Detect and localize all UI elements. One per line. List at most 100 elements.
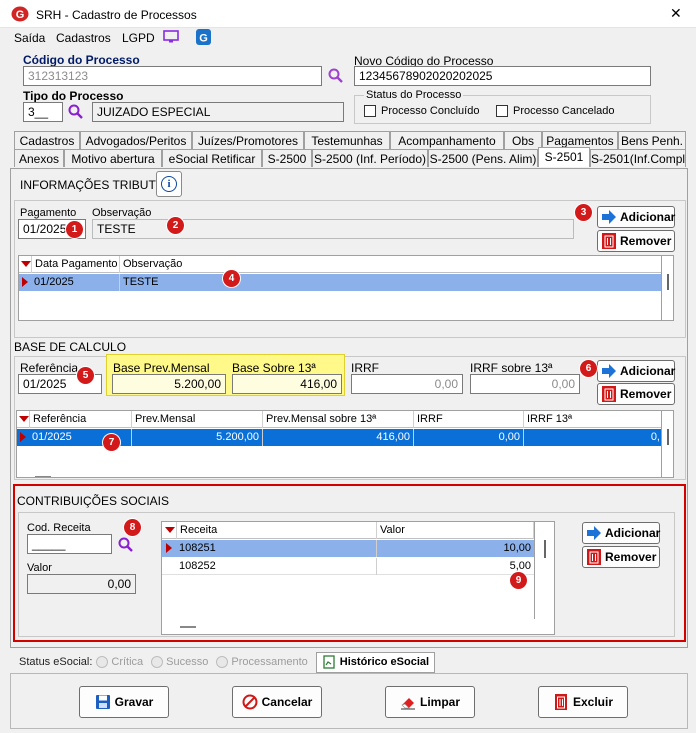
- trash-icon: [587, 549, 601, 565]
- tab-juizes[interactable]: Juízes/Promotores: [192, 131, 304, 149]
- base-remove-button[interactable]: Remover: [597, 383, 675, 405]
- col-valor[interactable]: Valor: [377, 522, 534, 539]
- status-esocial-label: Status eSocial:: [19, 656, 93, 668]
- tab-advogados[interactable]: Advogados/Peritos: [80, 131, 192, 149]
- annotation-badge-5: 5: [77, 367, 94, 384]
- tab-bens-penh[interactable]: Bens Penh.: [618, 131, 686, 149]
- sucesso-radio[interactable]: [151, 656, 164, 668]
- trash-icon: [554, 694, 567, 710]
- tributo-vscroll[interactable]: [662, 255, 674, 321]
- menu-saida[interactable]: Saída: [14, 31, 45, 45]
- tab-esocial-retificar[interactable]: eSocial Retificar: [162, 149, 262, 167]
- base-add-button[interactable]: Adicionar: [597, 360, 675, 382]
- tipo-processo-description: JUIZADO ESPECIAL: [92, 102, 344, 122]
- annotation-badge-2: 2: [167, 217, 184, 234]
- scrollbar-hint[interactable]: [180, 626, 196, 628]
- limpar-button[interactable]: Limpar: [385, 686, 475, 718]
- tributo-add-button[interactable]: Adicionar: [597, 206, 675, 228]
- col-irrf[interactable]: IRRF: [414, 411, 524, 428]
- table-row[interactable]: 108251 10,00: [162, 540, 534, 557]
- contribuicoes-grid[interactable]: Receita Valor 108251 10,00 108252 5,00: [161, 521, 555, 635]
- cancelado-checkbox[interactable]: Processo Cancelado: [496, 105, 615, 117]
- sort-marker-icon: [21, 261, 31, 267]
- irrf13-input[interactable]: 0,00: [470, 374, 580, 394]
- menu-lgpd[interactable]: LGPD: [122, 31, 155, 45]
- base-grid-header: Referência Prev.Mensal Prev.Mensal sobre…: [17, 411, 661, 428]
- irrf-input[interactable]: 0,00: [351, 374, 463, 394]
- tab-s2501-inf-compl[interactable]: S-2501(Inf.Compl): [590, 149, 686, 167]
- cancelado-checkbox-box[interactable]: [496, 105, 508, 117]
- search-icon[interactable]: [328, 68, 344, 84]
- g-logo-icon[interactable]: G: [196, 29, 211, 45]
- gravar-button[interactable]: Gravar: [79, 686, 169, 718]
- contribuicoes-add-button[interactable]: Adicionar: [582, 522, 660, 544]
- cod-receita-input[interactable]: _____: [27, 534, 112, 554]
- observacao-label: Observação: [92, 207, 152, 219]
- tab-cadastros[interactable]: Cadastros: [14, 131, 80, 149]
- eraser-icon: [400, 698, 415, 710]
- scroll-thumb[interactable]: [543, 540, 546, 558]
- tributo-remove-button[interactable]: Remover: [597, 230, 675, 252]
- concluido-checkbox[interactable]: Processo Concluído: [364, 105, 479, 117]
- col-observacao[interactable]: Observação: [120, 256, 661, 273]
- cell-valor: 5,00: [509, 560, 531, 572]
- close-icon[interactable]: ✕: [670, 5, 682, 22]
- search-icon[interactable]: [68, 104, 84, 120]
- scroll-thumb[interactable]: [666, 274, 669, 290]
- col-data-pagamento[interactable]: Data Pagamento: [31, 256, 120, 273]
- table-row[interactable]: 108252 5,00: [162, 558, 534, 575]
- cell-valor: 10,00: [503, 542, 531, 554]
- annotation-badge-4: 4: [223, 270, 240, 287]
- col-receita[interactable]: Receita: [176, 522, 377, 539]
- excluir-button[interactable]: Excluir: [538, 686, 628, 718]
- col-prev-mensal[interactable]: Prev.Mensal: [132, 411, 263, 428]
- base-vscroll[interactable]: [662, 410, 674, 478]
- col-prev-mensal-13[interactable]: Prev.Mensal sobre 13ª: [263, 411, 414, 428]
- arrow-right-icon: [602, 210, 616, 224]
- col-irrf-13[interactable]: IRRF 13ª: [524, 411, 661, 428]
- tab-obs[interactable]: Obs: [504, 131, 542, 149]
- cancel-icon: [242, 694, 258, 710]
- cell-irrf-13: 0,: [650, 431, 660, 443]
- base-prev-input[interactable]: 5.200,00: [112, 374, 226, 394]
- tab-motivo-abertura[interactable]: Motivo abertura: [64, 149, 162, 167]
- historico-esocial-label: Histórico eSocial: [339, 656, 430, 668]
- monitor-icon[interactable]: [163, 30, 179, 44]
- cancelar-button[interactable]: Cancelar: [232, 686, 322, 718]
- base-13-input[interactable]: 416,00: [232, 374, 342, 394]
- annotation-badge-7: 7: [103, 434, 120, 451]
- observacao-input[interactable]: TESTE: [92, 219, 574, 239]
- menu-cadastros[interactable]: Cadastros: [56, 31, 111, 45]
- contribuicoes-remove-button[interactable]: Remover: [582, 546, 660, 568]
- tab-s2501[interactable]: S-2501: [538, 147, 590, 167]
- base-prev-label: Base Prev.Mensal: [113, 361, 210, 375]
- search-icon[interactable]: [118, 537, 134, 553]
- row-marker-icon: [20, 432, 26, 442]
- processamento-radio[interactable]: [216, 656, 229, 668]
- historico-esocial-tab[interactable]: Histórico eSocial: [315, 651, 436, 673]
- info-icon[interactable]: i: [156, 171, 182, 197]
- valor-label: Valor: [27, 562, 52, 574]
- concluido-checkbox-box[interactable]: [364, 105, 376, 117]
- status-esocial-bar: Status eSocial: Crítica Sucesso Processa…: [10, 651, 688, 673]
- tab-s2500-pens-alim[interactable]: S-2500 (Pens. Alim): [428, 149, 538, 167]
- tab-anexos[interactable]: Anexos: [14, 149, 64, 167]
- limpar-label: Limpar: [419, 695, 460, 709]
- valor-input[interactable]: 0,00: [27, 574, 136, 594]
- novo-codigo-input[interactable]: 12345678902020202025: [354, 66, 651, 86]
- tab-s2500-inf-periodo[interactable]: S-2500 (Inf. Período): [312, 149, 428, 167]
- tab-acompanhamento[interactable]: Acompanhamento: [390, 131, 504, 149]
- irrf13-label: IRRF sobre 13ª: [470, 361, 553, 375]
- col-referencia[interactable]: Referência: [29, 411, 132, 428]
- contribuicoes-vscroll[interactable]: [534, 522, 554, 619]
- codigo-processo-input[interactable]: 312313123: [23, 66, 322, 86]
- tab-testemunhas[interactable]: Testemunhas: [304, 131, 390, 149]
- scroll-thumb[interactable]: [666, 429, 669, 445]
- tipo-processo-code-input[interactable]: 3__: [23, 102, 63, 122]
- tab-s2500[interactable]: S-2500: [262, 149, 312, 167]
- critica-radio[interactable]: [96, 656, 109, 668]
- scrollbar-hint[interactable]: [35, 476, 51, 477]
- table-row[interactable]: 01/2025 TESTE: [19, 274, 661, 291]
- tributo-add-label: Adicionar: [620, 210, 676, 224]
- tributo-grid[interactable]: Data Pagamento Observação 01/2025 TESTE: [18, 255, 662, 321]
